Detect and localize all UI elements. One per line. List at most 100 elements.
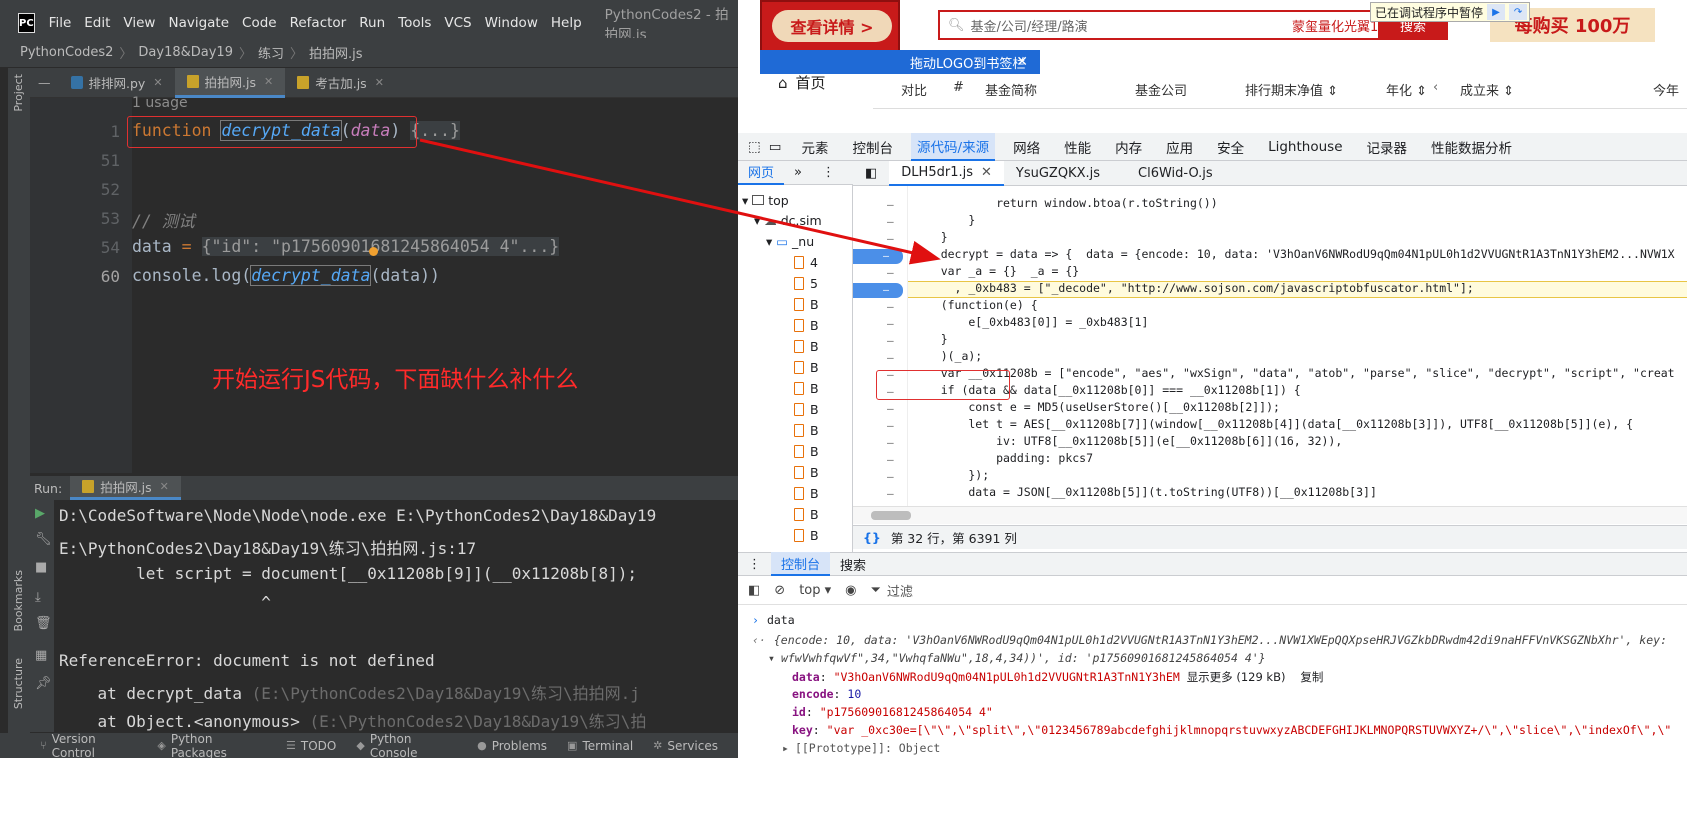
tree-file[interactable]: B (794, 444, 819, 459)
structure-tool-label[interactable]: Structure (12, 658, 25, 709)
bookmarks-tool-label[interactable]: Bookmarks (12, 570, 25, 631)
tree-file[interactable]: B (794, 318, 819, 333)
col-nav-sort[interactable]: 排行期末净值 ⇕ (1245, 80, 1338, 99)
tab-paipaiwang-js[interactable]: 拍拍网.js ✕ (174, 67, 286, 98)
nav-home[interactable]: ⌂ 首页 (778, 72, 826, 93)
tree-file[interactable]: B (794, 339, 819, 354)
tab-recorder[interactable]: 记录器 (1367, 133, 1408, 161)
source-tab[interactable]: Cl6Wid-O.js (1126, 161, 1225, 186)
menu-view[interactable]: View (123, 15, 155, 31)
more-tabs-icon[interactable]: » (784, 161, 812, 185)
menu-navigate[interactable]: Navigate (168, 15, 229, 31)
menu-refactor[interactable]: Refactor (290, 15, 347, 31)
problems-button[interactable]: ● Problems (477, 739, 547, 753)
drawer-menu-icon[interactable]: ⋮ (738, 552, 771, 576)
close-icon[interactable]: ✕ (981, 165, 992, 180)
run-console[interactable]: D:\CodeSoftware\Node\Node\node.exe E:\Py… (54, 500, 738, 732)
context-selector[interactable]: top ▾ (799, 583, 831, 598)
close-icon[interactable]: ✕ (160, 480, 169, 493)
drawer-tab-search[interactable]: 搜索 (830, 552, 876, 576)
breakpoint-icon[interactable] (369, 247, 378, 256)
tree-file[interactable]: B (794, 423, 819, 438)
tree-file[interactable]: B (794, 297, 819, 312)
wrench-icon[interactable]: 🔧︎ (35, 532, 52, 547)
breadcrumb-item[interactable]: PythonCodes2 (20, 45, 113, 60)
tab-sources[interactable]: 源代码/来源 (911, 132, 996, 161)
ad-details-button[interactable]: 查看详情 > (772, 10, 892, 42)
tab-perf-insights[interactable]: 性能数据分析 (1431, 133, 1512, 161)
clear-console-icon[interactable]: ⊘ (774, 583, 785, 598)
close-icon[interactable]: ✕ (1016, 54, 1028, 70)
pin-icon[interactable]: 📌︎ (35, 676, 52, 691)
trash-icon[interactable]: 🗑︎ (35, 616, 52, 631)
col-annualized-sort[interactable]: 年化 ⇕ (1386, 80, 1427, 99)
usage-hint[interactable]: 1 usage (132, 95, 188, 111)
stack-path[interactable]: (E:\PythonCodes2\Day18&Day19\练习\拍 (309, 712, 646, 731)
run-tab[interactable]: 拍拍网.js ✕ (70, 476, 181, 500)
code-editor[interactable]: 1 usage function decrypt_data(data) {...… (132, 95, 738, 473)
copy-link[interactable]: 复制 (1300, 670, 1323, 684)
tree-file[interactable]: 4 (794, 255, 818, 270)
layout-icon[interactable]: ▦ (35, 648, 47, 663)
menu-file[interactable]: File (49, 15, 72, 31)
menu-window[interactable]: Window (485, 15, 538, 31)
services-button[interactable]: ✲ Services (653, 739, 718, 753)
stack-path[interactable]: (E:\PythonCodes2\Day18&Day19\练习\拍拍网.j (252, 684, 640, 703)
tab-console[interactable]: 控制台 (853, 133, 894, 161)
tree-file[interactable]: B (794, 507, 819, 522)
tree-item-domain[interactable]: ▾ ☁ dc.sim (754, 213, 822, 228)
menu-edit[interactable]: Edit (84, 15, 110, 31)
prototype-node[interactable]: ▸ [[Prototype]]: Object (782, 741, 940, 755)
source-tab-active[interactable]: DLH5dr1.js ✕ (889, 160, 1004, 186)
folded-region[interactable]: {...} (410, 121, 460, 140)
todo-button[interactable]: ☰ TODO (286, 739, 336, 753)
stop-icon[interactable]: ■ (35, 560, 47, 575)
tab-application[interactable]: 应用 (1166, 133, 1193, 161)
project-tool-label[interactable]: Project (12, 74, 25, 112)
col-compare[interactable]: 对比 (901, 80, 927, 99)
step-over-icon[interactable]: ↷ (1509, 4, 1528, 20)
console-line[interactable]: E:\PythonCodes2\Day18&Day19\练习\拍拍网.js:17 (59, 535, 476, 559)
inspect-icon[interactable]: ⬚ (748, 133, 761, 161)
tree-file[interactable]: B (794, 486, 819, 501)
rerun-icon[interactable]: ▶ (35, 506, 45, 521)
pretty-print-icon[interactable]: {} (863, 530, 881, 545)
close-icon[interactable]: ✕ (264, 75, 273, 88)
folded-region[interactable]: {"id": "p17560901681245864054 4"...} (201, 237, 560, 256)
breadcrumb-item[interactable]: 拍拍网.js (309, 43, 363, 62)
menu-vcs[interactable]: VCS (444, 15, 471, 31)
source-code-view[interactable]: – – – – – – – – – – – – – – – – – – retu… (853, 186, 1687, 506)
tree-item-folder[interactable]: ▾ ▭ _nu (766, 234, 814, 249)
minimize-icon[interactable]: — (38, 75, 51, 90)
terminal-button[interactable]: ▣ Terminal (567, 739, 633, 753)
toggle-navigator-icon[interactable]: ◧ (853, 161, 889, 186)
close-icon[interactable]: ✕ (153, 76, 162, 89)
menu-code[interactable]: Code (242, 15, 277, 31)
breadcrumb-item[interactable]: Day18&Day19 (138, 45, 233, 60)
breakpoint-marker[interactable]: – (853, 249, 903, 264)
scroll-end-icon[interactable]: ⤓ (35, 590, 41, 605)
version-control-button[interactable]: ⑂ Version Control (40, 732, 137, 760)
device-toggle-icon[interactable]: ▭ (769, 133, 782, 161)
tree-file[interactable]: B (794, 381, 819, 396)
prop-key[interactable]: key: "var _0xc30e=[\"\",\"split\",\"0123… (792, 723, 1671, 737)
horizontal-scrollbar[interactable] (853, 506, 1687, 524)
menu-help[interactable]: Help (551, 15, 582, 31)
tree-file[interactable]: B (794, 465, 819, 480)
menu-tools[interactable]: Tools (398, 15, 431, 31)
breakpoint-marker[interactable]: – (853, 283, 903, 298)
tab-paipaiwang-py[interactable]: 排排网.py ✕ (59, 68, 175, 98)
console-output[interactable]: › data ‹· {encode: 10, data: 'V3hOanV6NWRo… (738, 605, 1687, 815)
tab-lighthouse[interactable]: Lighthouse (1268, 133, 1342, 161)
tab-security[interactable]: 安全 (1217, 133, 1244, 161)
tree-file[interactable]: 5 (794, 276, 818, 291)
tree-file[interactable]: B (794, 360, 819, 375)
tab-elements[interactable]: 元素 (802, 133, 829, 161)
kebab-menu-icon[interactable]: ⋮ (812, 161, 845, 185)
tree-item-top[interactable]: ▾ top (742, 193, 789, 208)
resume-icon[interactable]: ▶ (1487, 4, 1506, 20)
filter-input[interactable]: 过滤 (887, 581, 913, 600)
scrollbar-thumb[interactable] (871, 511, 911, 520)
python-packages-button[interactable]: ◈ Python Packages (157, 732, 266, 760)
prop-data[interactable]: data: "V3hOanV6NWRodU9qQm04N1pUL0h1d2VVU… (792, 669, 1323, 685)
